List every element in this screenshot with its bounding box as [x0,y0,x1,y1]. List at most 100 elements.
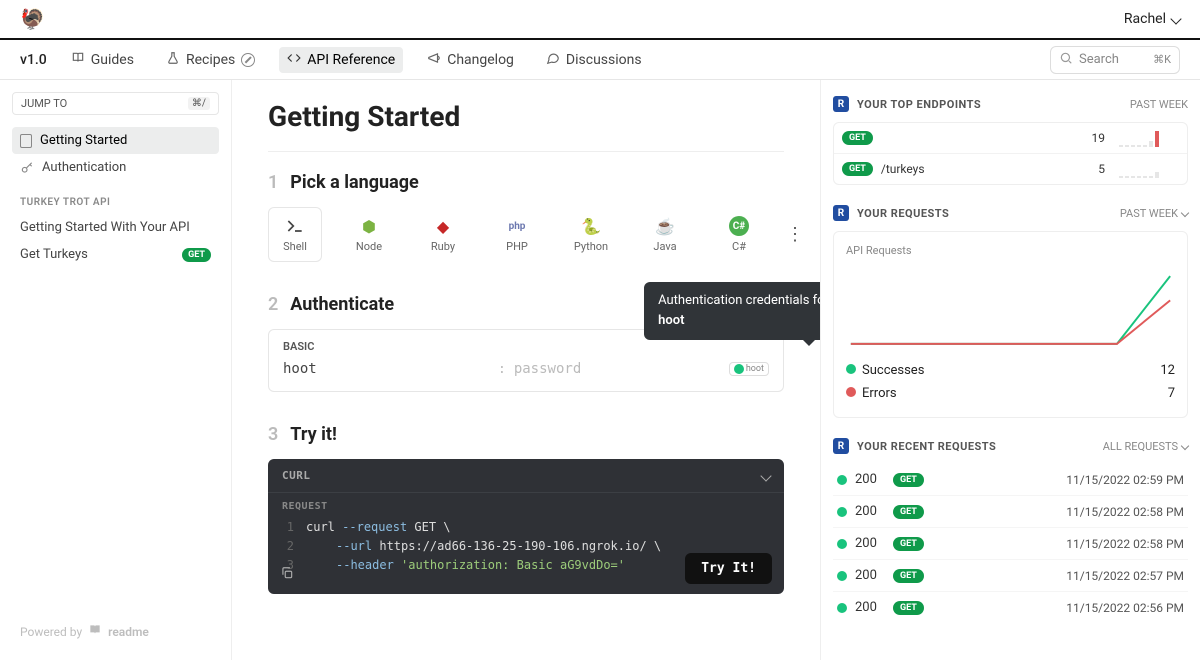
method-badge: GET [893,537,924,551]
step-2-title: Authenticate [290,294,394,315]
auth-password-input[interactable] [514,361,721,377]
python-icon: 🐍 [581,216,601,236]
method-badge: GET [842,131,873,145]
nav-guides[interactable]: Guides [63,47,142,73]
method-badge: GET [893,473,924,487]
document-icon [20,134,32,148]
app-logo: 🦃 [20,7,44,31]
status-code: 200 [855,504,885,519]
top-endpoints-panel: R YOUR TOP ENDPOINTS PAST WEEK GET 19 GE… [833,96,1188,185]
method-badge: GET [182,248,211,262]
sidebar-section-api: TURKEY TROT API [20,197,219,208]
step-1-title: Pick a language [290,172,418,193]
period-dropdown[interactable]: PAST WEEK [1120,207,1188,220]
lang-java[interactable]: ☕ Java [638,216,692,253]
lang-shell[interactable]: Shell [268,207,322,262]
recent-request-row[interactable]: 200 GET 11/15/2022 02:58 PM [833,528,1188,560]
panel-badge-icon: R [833,205,849,221]
status-dot-icon [837,507,847,517]
status-dot-icon [837,603,847,613]
chart-title: API Requests [846,244,1175,257]
step-2-number: 2 [268,294,278,315]
step-3-title: Try it! [290,424,337,445]
nav-changelog[interactable]: Changelog [419,47,522,73]
status-dot-icon [837,475,847,485]
lang-node[interactable]: ⬢ Node [342,216,396,253]
key-icon [20,161,34,175]
chevron-down-icon [1181,209,1189,217]
search-icon [1059,51,1073,69]
method-badge: GET [893,601,924,615]
all-requests-link[interactable]: ALL REQUESTS [1103,440,1188,453]
chat-icon [546,51,560,69]
version-label[interactable]: v1.0 [20,52,47,68]
sidebar-item-get-turkeys[interactable]: Get Turkeys GET [12,241,219,268]
code-lang-label: CURL [282,469,311,482]
more-languages-button[interactable]: ⋮ [786,224,804,245]
node-icon: ⬢ [359,216,379,236]
recent-request-row[interactable]: 200 GET 11/15/2022 02:56 PM [833,592,1188,623]
sidebar-item-getting-started[interactable]: Getting Started [12,127,219,154]
code-line: 1 curl --request GET \ [282,518,770,537]
user-menu[interactable]: Rachel [1124,11,1180,27]
requests-panel: R YOUR REQUESTS PAST WEEK API Requests S… [833,205,1188,418]
recent-request-row[interactable]: 200GET11/15/2022 02:57 PM [833,560,1188,592]
code-section-label: REQUEST [268,493,784,512]
status-dot-icon [734,364,744,374]
flask-icon [166,51,180,69]
auth-separator: : [498,362,506,377]
step-1-number: 1 [268,172,278,193]
method-badge: GET [842,162,873,176]
status-dot-icon [837,571,847,581]
chevron-down-icon[interactable] [760,470,771,481]
auth-hint-pill[interactable]: hoot [729,362,769,376]
recent-request-row[interactable]: 200GET11/15/2022 02:58 PM [833,496,1188,528]
status-code: 200 [855,536,885,551]
panel-badge-icon: R [833,438,849,454]
page-title: Getting Started [268,100,784,133]
endpoint-row[interactable]: GET 19 [834,123,1187,154]
nav-discussions[interactable]: Discussions [538,47,650,73]
shell-icon [285,216,305,236]
period-label: PAST WEEK [1130,98,1188,111]
step-3-number: 3 [268,424,278,445]
lang-python[interactable]: 🐍 Python [564,216,618,253]
search-input[interactable]: Search ⌘K [1050,46,1180,74]
nav-api-reference[interactable]: API Reference [279,47,403,73]
legend-errors: Errors 7 [846,382,1175,405]
language-picker: Shell ⬢ Node ◆ Ruby php PHP 🐍 Python ☕ J… [268,207,784,262]
sidebar-item-getting-started-api[interactable]: Getting Started With Your API [12,214,219,241]
copy-button[interactable] [280,566,294,584]
timestamp: 11/15/2022 02:58 PM [1066,537,1184,551]
lang-php[interactable]: php PHP [490,216,544,253]
csharp-icon: C# [729,216,749,236]
status-dot-icon [837,539,847,549]
method-badge: GET [893,569,924,583]
recent-request-row[interactable]: 200GET11/15/2022 02:59 PM [833,464,1188,496]
nav-recipes[interactable]: Recipes [158,47,263,73]
megaphone-icon [427,51,441,69]
chevron-down-icon [1181,442,1189,450]
method-badge: GET [893,505,924,519]
chevron-down-icon [1170,13,1181,24]
disabled-icon [241,53,255,67]
auth-panel: BASIC : hoot Authentication credentials … [268,329,784,392]
lang-csharp[interactable]: C# C# [712,216,766,253]
timestamp: 11/15/2022 02:56 PM [1066,601,1184,615]
java-icon: ☕ [655,216,675,236]
try-it-button[interactable]: Try It! [685,553,772,584]
sidebar-item-authentication[interactable]: Authentication [12,154,219,181]
panel-badge-icon: R [833,96,849,112]
code-block: CURL REQUEST 1 curl --request GET \ 2 --… [268,459,784,594]
jump-to-button[interactable]: JUMP TO ⌘/ [12,92,219,115]
auth-username-input[interactable] [283,361,490,377]
timestamp: 11/15/2022 02:57 PM [1066,569,1184,583]
sparkline [1119,129,1179,147]
legend-successes: Successes 12 [846,359,1175,382]
endpoint-row[interactable]: GET /turkeys 5 [834,154,1187,184]
powered-by[interactable]: Powered by readme [12,615,219,648]
dot-red-icon [846,387,856,397]
lang-ruby[interactable]: ◆ Ruby [416,216,470,253]
search-kbd: ⌘K [1153,53,1171,66]
status-code: 200 [855,600,885,615]
